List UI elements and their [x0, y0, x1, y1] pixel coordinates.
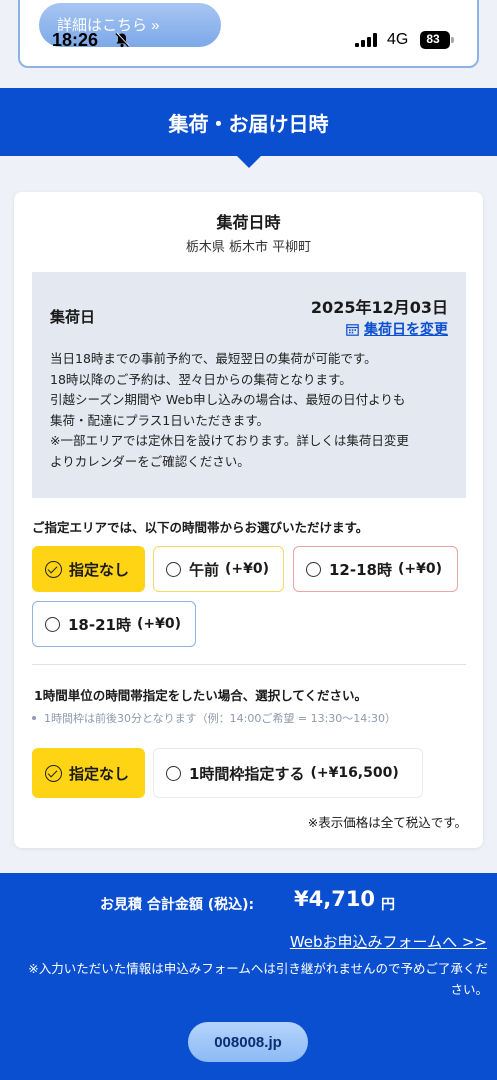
calendar-icon — [346, 323, 359, 336]
info-line: 18時以降のご予約は、翌々日からの集荷となります。 — [50, 371, 352, 387]
change-link-label: 集荷日を変更 — [364, 322, 448, 338]
hourly-note: 1時間単位の時間帯指定をしたい場合、選択してください。 — [34, 688, 367, 703]
time-slot-label: 12-18時 — [329, 560, 392, 579]
hourly-label: 指定なし — [69, 764, 130, 783]
domain-label: 008008.jp — [214, 1033, 282, 1051]
divider — [32, 664, 466, 665]
pickup-date-label: 集荷日 — [50, 308, 96, 326]
pickup-info-box: 集荷日 2025年12月03日 集荷日を変更 当日18時までの事前予約で、最短翌… — [32, 272, 466, 498]
hourly-sub-note: 1時間枠は前後30分となります（例：14:00ご希望 = 13:30〜14:30… — [32, 710, 396, 726]
time-slot-label: 18-21時 — [68, 615, 131, 634]
time-slot-label: 午前 — [189, 560, 220, 579]
info-line: ※一部エリアでは定休日を設けております。詳しくは集荷日変更 — [50, 433, 409, 448]
hourly-specify[interactable]: 1時間枠指定する (+¥16,500) — [153, 748, 423, 798]
section-header: 集荷・お届け日時 — [0, 88, 497, 156]
time-slot-price: (+¥0) — [397, 561, 442, 577]
total-label: お見積 合計金額 (税込): — [100, 897, 255, 913]
total-unit: 円 — [381, 897, 395, 913]
info-line: 集荷・配達にプラス1日いただきます。 — [50, 412, 269, 428]
bell-muted-icon — [115, 32, 130, 48]
radio-icon — [166, 561, 181, 577]
hourly-price: (+¥16,500) — [310, 765, 399, 781]
time-slot-price: (+¥0) — [225, 561, 270, 577]
radio-icon — [306, 561, 321, 577]
check-circle-icon — [45, 560, 62, 578]
status-time: 18:26 — [52, 30, 99, 50]
check-circle-icon — [45, 764, 62, 782]
web-application-link[interactable]: Webお申込みフォームへ >> — [290, 931, 487, 952]
battery-icon: 83 — [420, 31, 454, 49]
time-slot-none[interactable]: 指定なし — [32, 546, 145, 592]
top-area: 詳細はこちら » 18:26 4G 83 — [0, 0, 497, 88]
section-title: 集荷・お届け日時 — [168, 111, 329, 136]
hourly-sub-text: 1時間枠は前後30分となります（例：14:00ご希望 = 13:30〜14:30… — [44, 712, 396, 725]
time-slot-label: 指定なし — [69, 560, 130, 579]
time-slot-note: ご指定エリアでは、以下の時間帯からお選びいただけます。 — [32, 520, 369, 535]
pickup-title: 集荷日時 — [216, 213, 281, 232]
estimate-footer: お見積 合計金額 (税込): ¥4,710 円 Webお申込みフォームへ >> … — [0, 873, 497, 1080]
pickup-location: 栃木県 栃木市 平柳町 — [185, 240, 312, 255]
time-slot-morning[interactable]: 午前 (+¥0) — [153, 546, 284, 592]
time-slot-12-18[interactable]: 12-18時 (+¥0) — [293, 546, 458, 592]
tax-note: ※表示価格は全て税込です。 — [307, 815, 467, 830]
network-label: 4G — [387, 31, 409, 48]
hourly-none[interactable]: 指定なし — [32, 748, 145, 798]
radio-icon — [166, 765, 181, 781]
section-arrow — [236, 155, 262, 168]
info-line: 当日18時までの事前予約で、最短翌日の集荷が可能です。 — [50, 351, 377, 366]
info-line: 引越シーズン期間や Web申し込みの場合は、最短の日付よりも — [50, 392, 406, 407]
domain-badge[interactable]: 008008.jp — [188, 1022, 308, 1062]
pickup-card: 集荷日時 栃木県 栃木市 平柳町 集荷日 2025年12月03日 集荷日を変更 … — [14, 192, 483, 848]
radio-icon — [45, 616, 60, 632]
total-amount: ¥4,710 — [294, 887, 376, 911]
hourly-label: 1時間枠指定する — [189, 764, 305, 783]
info-line: よりカレンダーをご確認ください。 — [50, 453, 250, 469]
time-slot-18-21[interactable]: 18-21時 (+¥0) — [32, 601, 196, 647]
footer-note: ※入力いただいた情報は申込みフォームへは引き継がれませんので予めご了承ください。 — [28, 961, 488, 997]
time-slot-price: (+¥0) — [136, 616, 181, 632]
pickup-date-value: 2025年12月03日 — [310, 298, 448, 317]
signal-icon — [355, 33, 377, 47]
change-pickup-date-link[interactable]: 集荷日を変更 — [346, 319, 448, 339]
battery-level: 83 — [426, 32, 440, 46]
pickup-info-text: 当日18時までの事前予約で、最短翌日の集荷が可能です。 18時以降のご予約は、翌… — [50, 349, 450, 472]
